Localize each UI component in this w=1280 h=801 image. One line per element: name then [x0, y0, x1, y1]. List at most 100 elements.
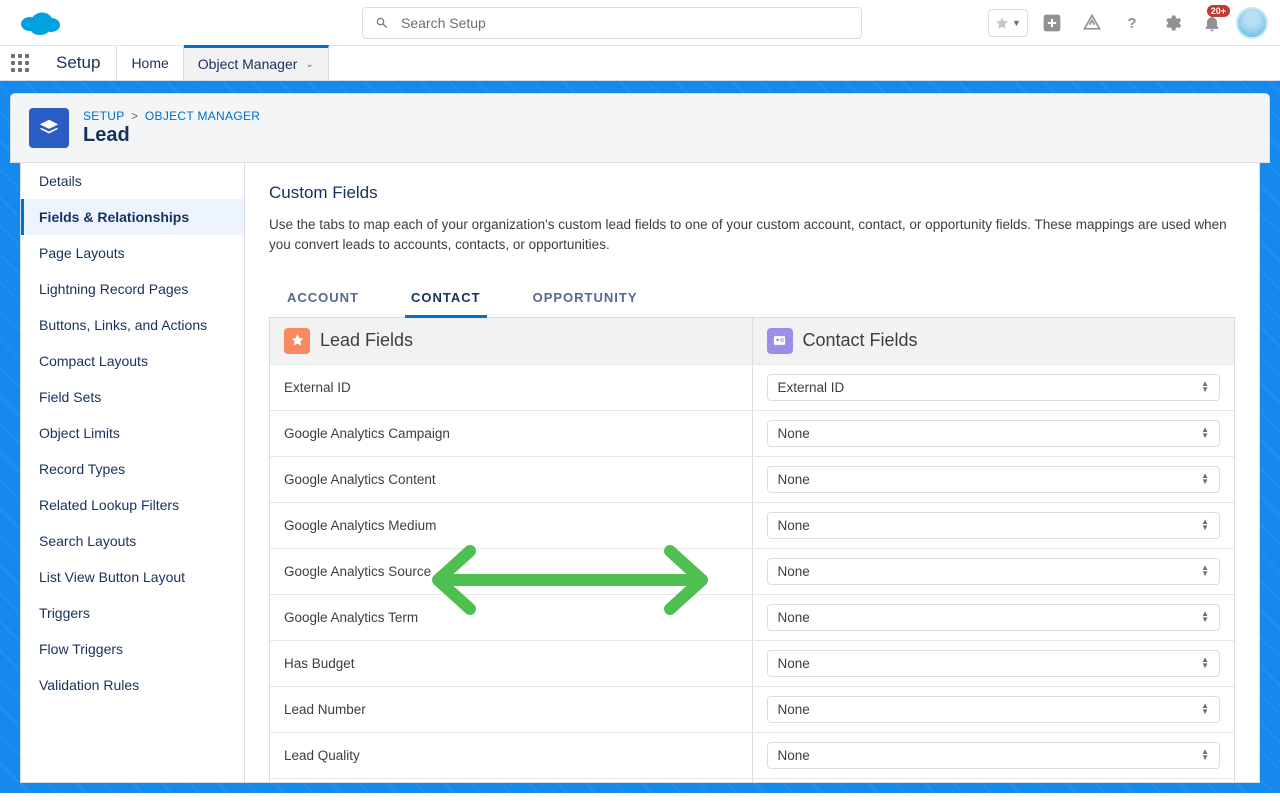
mapping-tabs: ACCOUNT CONTACT OPPORTUNITY [269, 280, 1235, 318]
sidebar-item[interactable]: Lightning Record Pages [21, 271, 244, 307]
sidebar: DetailsFields & RelationshipsPage Layout… [20, 163, 245, 783]
add-button[interactable] [1036, 7, 1068, 39]
mapping-row: Has Budget None ▲▼ [270, 640, 1234, 686]
sidebar-item[interactable]: Page Layouts [21, 235, 244, 271]
nav-tab-label: Home [131, 55, 168, 71]
sidebar-item[interactable]: Flow Triggers [21, 631, 244, 667]
nav-tab-home[interactable]: Home [117, 46, 183, 80]
mapping-tab[interactable]: CONTACT [405, 280, 487, 318]
waffle-icon [11, 54, 29, 72]
app-launcher[interactable] [0, 46, 40, 80]
sidebar-item[interactable]: Fields & Relationships [21, 199, 244, 235]
lead-field-name: Google Analytics Content [270, 457, 753, 502]
mapping-row: Google Analytics Source None▲▼ [270, 548, 1234, 594]
contact-field-cell: None ▲▼ [753, 641, 1235, 686]
section-title: Custom Fields [269, 183, 1235, 203]
contact-field-select[interactable]: None ▲▼ [767, 650, 1221, 677]
trailhead-icon [1082, 13, 1102, 33]
lead-field-name: Lead Quality [270, 733, 753, 778]
sidebar-item[interactable]: Triggers [21, 595, 244, 631]
mapping-tab[interactable]: ACCOUNT [281, 280, 365, 317]
select-caret-icon: ▲▼ [1201, 381, 1209, 393]
notifications-button[interactable]: 20+ [1196, 7, 1228, 39]
sidebar-item[interactable]: Search Layouts [21, 523, 244, 559]
sidebar-item[interactable]: Validation Rules [21, 667, 244, 703]
chevron-down-icon: ▼ [1012, 18, 1021, 28]
select-caret-icon: ▲▼ [1201, 749, 1209, 761]
breadcrumb-section[interactable]: OBJECT MANAGER [145, 109, 260, 123]
svg-text:?: ? [1127, 15, 1136, 32]
sidebar-item[interactable]: Record Types [21, 451, 244, 487]
salesforce-logo [18, 8, 62, 38]
contact-field-cell: None▲▼ [753, 503, 1235, 548]
nav-tab-label: Object Manager [198, 56, 298, 72]
contact-field-select[interactable]: None▲▼ [767, 742, 1221, 769]
search-icon [375, 16, 389, 30]
nav-bar: Setup Home Object Manager ⌄ [0, 46, 1280, 81]
select-caret-icon: ▲▼ [1201, 427, 1209, 439]
page-header: SETUP > OBJECT MANAGER Lead [10, 93, 1270, 163]
global-search[interactable] [362, 7, 862, 39]
contact-field-cell: None▲▼ [753, 733, 1235, 778]
contact-field-select[interactable]: None▲▼ [767, 604, 1221, 631]
sidebar-item[interactable]: List View Button Layout [21, 559, 244, 595]
main-panel: Custom Fields Use the tabs to map each o… [245, 163, 1260, 783]
contact-field-select[interactable]: None▲▼ [767, 696, 1221, 723]
sidebar-item[interactable]: Buttons, Links, and Actions [21, 307, 244, 343]
sidebar-item[interactable]: Compact Layouts [21, 343, 244, 379]
mapping-row: External ID External ID▲▼ [270, 364, 1234, 410]
star-icon [995, 16, 1009, 30]
sidebar-item[interactable]: Field Sets [21, 379, 244, 415]
lead-field-name: External ID [270, 365, 753, 410]
contact-field-cell: None▲▼ [753, 687, 1235, 732]
select-value: None [778, 656, 810, 671]
object-icon [29, 108, 69, 148]
mapping-row: Lead Number None▲▼ [270, 686, 1234, 732]
select-caret-icon: ▲▼ [1201, 565, 1209, 577]
sidebar-item[interactable]: Details [21, 163, 244, 199]
contact-field-select[interactable]: None▲▼ [767, 512, 1221, 539]
chevron-down-icon: ⌄ [305, 59, 313, 70]
contact-field-cell: None ▲▼ [753, 411, 1235, 456]
mapping-row: Google Analytics Content None▲▼ [270, 456, 1234, 502]
breadcrumb: SETUP > OBJECT MANAGER [83, 109, 260, 123]
app-name: Setup [40, 46, 117, 80]
sidebar-item[interactable]: Object Limits [21, 415, 244, 451]
nav-tab-object-manager[interactable]: Object Manager ⌄ [184, 45, 329, 80]
mapping-tab[interactable]: OPPORTUNITY [527, 280, 644, 317]
page-title: Lead [83, 124, 260, 147]
mapping-row: Google Analytics TermNone▲▼ [270, 594, 1234, 640]
contact-field-cell: None▲▼ [753, 779, 1235, 784]
contact-icon [767, 328, 793, 354]
col-title: Contact Fields [803, 330, 918, 351]
plus-icon [1042, 13, 1062, 33]
lead-field-name: Google Analytics Source [270, 549, 753, 594]
favorites-button[interactable]: ▼ [988, 9, 1028, 37]
question-icon: ? [1122, 13, 1142, 33]
mapping-row: Lead Quality None▲▼ [270, 732, 1234, 778]
help-button[interactable]: ? [1116, 7, 1148, 39]
global-search-input[interactable] [401, 15, 849, 31]
contact-field-select[interactable]: None▲▼ [767, 466, 1221, 493]
contact-fields-header: Contact Fields [753, 318, 1235, 364]
select-caret-icon: ▲▼ [1201, 611, 1209, 623]
contact-field-select[interactable]: None ▲▼ [767, 420, 1221, 447]
lead-field-name: Mass Assignment Rule [270, 779, 753, 784]
contact-field-select[interactable]: External ID▲▼ [767, 374, 1221, 401]
avatar[interactable] [1236, 7, 1268, 39]
sidebar-item[interactable]: Related Lookup Filters [21, 487, 244, 523]
lead-field-name: Lead Number [270, 687, 753, 732]
breadcrumb-root[interactable]: SETUP [83, 109, 124, 123]
contact-field-cell: None▲▼ [753, 549, 1235, 594]
settings-button[interactable] [1156, 7, 1188, 39]
select-caret-icon: ▲▼ [1201, 657, 1209, 669]
select-value: None [778, 426, 810, 441]
contact-field-select[interactable]: None▲▼ [767, 558, 1221, 585]
contact-field-cell: None▲▼ [753, 595, 1235, 640]
lead-field-name: Has Budget [270, 641, 753, 686]
lead-field-name: Google Analytics Medium [270, 503, 753, 548]
mapping-header: Lead Fields Contact Fields [270, 318, 1234, 364]
trailhead-button[interactable] [1076, 7, 1108, 39]
lead-field-name: Google Analytics Campaign [270, 411, 753, 456]
mapping-table: Lead Fields Contact Fields External IDEx… [269, 318, 1235, 784]
